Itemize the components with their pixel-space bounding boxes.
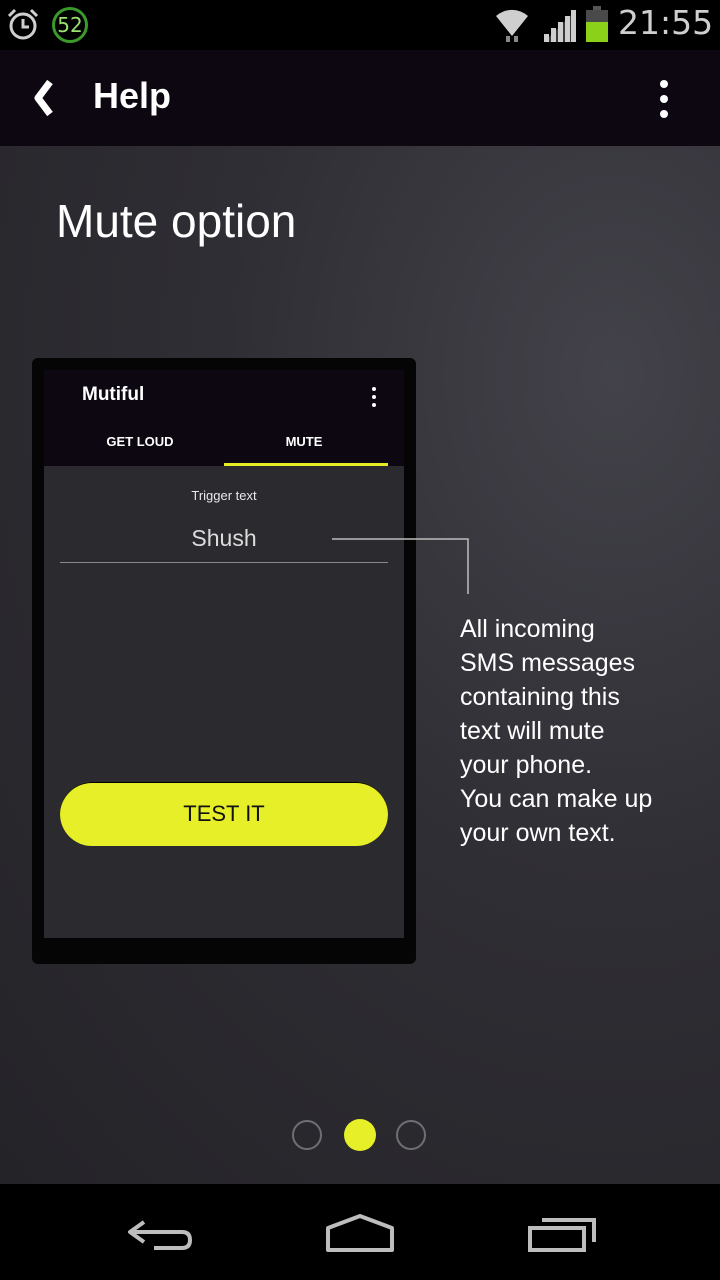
description-line: containing this bbox=[460, 683, 620, 711]
mockup-header: Mutiful GET LOUD MUTE bbox=[44, 370, 404, 466]
mockup-screen: Mutiful GET LOUD MUTE Trigger text Shush… bbox=[44, 370, 404, 938]
action-bar: Help bbox=[0, 50, 720, 146]
wifi-icon bbox=[496, 9, 528, 42]
description-line: your phone. bbox=[460, 751, 593, 779]
page-dot-1[interactable] bbox=[292, 1120, 322, 1150]
back-icon[interactable] bbox=[124, 1212, 196, 1256]
phone-mockup: Mutiful GET LOUD MUTE Trigger text Shush… bbox=[32, 358, 416, 964]
page-dot-3[interactable] bbox=[396, 1120, 426, 1150]
battery-icon bbox=[586, 6, 608, 42]
recent-apps-icon[interactable] bbox=[526, 1212, 598, 1256]
notification-badge: 52 bbox=[52, 7, 88, 43]
mockup-app-title: Mutiful bbox=[82, 384, 145, 405]
description-line: text will mute bbox=[460, 717, 605, 745]
overflow-menu-icon[interactable] bbox=[650, 78, 678, 122]
description-text: All incoming SMS messages containing thi… bbox=[460, 612, 710, 850]
back-chevron-icon[interactable] bbox=[28, 78, 58, 118]
clock: 21:55 bbox=[618, 3, 714, 42]
description-line: You can make up bbox=[460, 785, 653, 813]
section-heading: Mute option bbox=[56, 195, 297, 247]
mockup-overflow-icon bbox=[372, 387, 376, 407]
mockup-field-label: Trigger text bbox=[191, 488, 257, 503]
help-page: Mute option Mutiful GET LOUD MUTE Trigge… bbox=[0, 146, 720, 1184]
mockup-tab-mute: MUTE bbox=[285, 434, 323, 449]
navigation-bar bbox=[0, 1184, 720, 1280]
description-line: SMS messages bbox=[460, 649, 636, 677]
status-bar: 52 21:55 bbox=[0, 0, 720, 50]
mockup-test-button: TEST IT bbox=[60, 782, 388, 846]
description-line: All incoming bbox=[460, 615, 595, 643]
callout-line bbox=[332, 538, 469, 594]
alarm-icon bbox=[7, 8, 39, 40]
mockup-tab-indicator bbox=[224, 463, 388, 466]
description-line: your own text. bbox=[460, 819, 616, 847]
home-icon[interactable] bbox=[324, 1212, 396, 1256]
page-dot-2-active[interactable] bbox=[344, 1119, 376, 1151]
signal-icon bbox=[544, 10, 576, 42]
page-title: Help bbox=[93, 75, 172, 116]
mockup-tab-get-loud: GET LOUD bbox=[106, 434, 174, 449]
